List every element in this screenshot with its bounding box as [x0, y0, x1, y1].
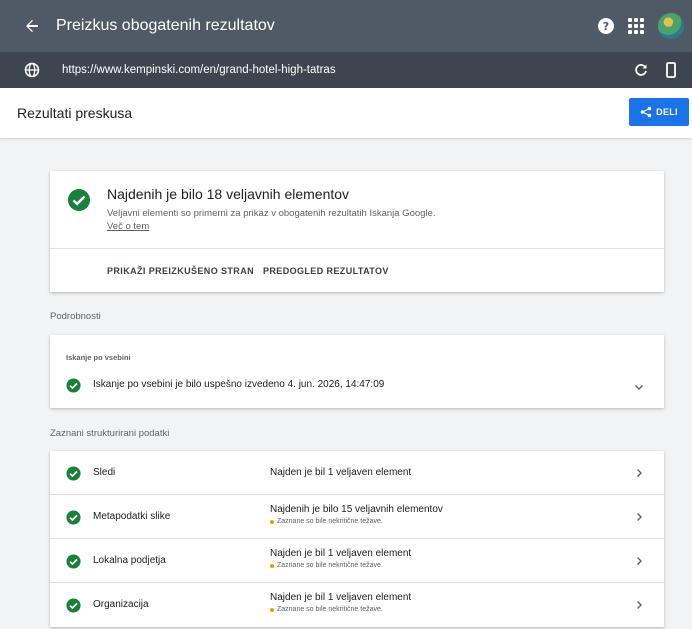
warning-dot-icon	[270, 519, 274, 524]
tested-url: https://www.kempinski.com/en/grand-hotel…	[62, 64, 336, 76]
share-label: DELI	[656, 107, 678, 117]
crawl-message: Iskanje po vsebini je bilo uspešno izved…	[93, 379, 385, 390]
list-item[interactable]: Organizacija Najden je bil 1 veljaven el…	[50, 583, 664, 627]
warning-dot-icon	[270, 607, 274, 612]
url-bar: https://www.kempinski.com/en/grand-hotel…	[0, 52, 692, 88]
item-name: Metapodatki slike	[93, 511, 171, 522]
item-status: Najden je bil 1 veljaven element	[270, 548, 412, 559]
crawl-label: Iskanje po vsebini	[66, 353, 131, 362]
item-status: Najden je bil 1 veljaven element	[270, 592, 412, 603]
back-arrow-icon[interactable]	[20, 14, 44, 38]
item-warning-text: Zaznane so bile nekritične težave.	[277, 562, 383, 569]
success-check-icon	[66, 598, 81, 613]
view-tested-page-button[interactable]: PRIKAŽI PREIZKUŠENO STRAN	[107, 266, 254, 276]
results-header: Rezultati preskusa DELI	[0, 88, 692, 138]
list-item[interactable]: Metapodatki slike Najdenih je bilo 15 ve…	[50, 495, 664, 539]
success-check-icon	[68, 189, 90, 211]
app-title: Preizkus obogatenih rezultatov	[56, 17, 275, 34]
structured-data-list: Sledi Najden je bil 1 veljaven element M…	[50, 451, 664, 627]
item-warning: Zaznane so bile nekritične težave.	[270, 606, 383, 613]
mobile-device-icon[interactable]	[666, 62, 676, 78]
page-title: Rezultati preskusa	[17, 105, 133, 121]
item-warning: Zaznane so bile nekritične težave.	[270, 518, 383, 525]
success-check-icon	[66, 466, 81, 481]
list-item[interactable]: Lokalna podjetja Najden je bil 1 veljave…	[50, 539, 664, 583]
summary-title: Najdenih je bilo 18 veljavnih elementov	[107, 186, 350, 202]
chevron-down-icon[interactable]	[633, 381, 645, 393]
chevron-right-icon[interactable]	[633, 599, 645, 611]
apps-grid-icon[interactable]	[628, 18, 644, 34]
item-name: Lokalna podjetja	[93, 555, 166, 566]
summary-card: Najdenih je bilo 18 veljavnih elementov …	[50, 171, 664, 292]
item-name: Organizacija	[93, 599, 149, 610]
item-warning-text: Zaznane so bile nekritične težave.	[277, 606, 383, 613]
item-warning: Zaznane so bile nekritične težave.	[270, 562, 383, 569]
chevron-right-icon[interactable]	[633, 511, 645, 523]
refresh-icon[interactable]	[634, 63, 648, 77]
chevron-right-icon[interactable]	[633, 555, 645, 567]
structured-data-section-label: Zaznani strukturirani podatki	[50, 428, 170, 439]
learn-more-link[interactable]: Več o tem	[107, 221, 149, 232]
chevron-right-icon[interactable]	[633, 467, 645, 479]
share-icon	[640, 106, 652, 118]
success-check-icon	[66, 378, 81, 393]
globe-icon	[24, 62, 40, 78]
warning-dot-icon	[270, 563, 274, 568]
details-section-label: Podrobnosti	[50, 311, 101, 322]
success-check-icon	[66, 510, 81, 525]
preview-results-button[interactable]: PREDOGLED REZULTATOV	[263, 266, 389, 276]
list-item[interactable]: Sledi Najden je bil 1 veljaven element	[50, 451, 664, 495]
item-warning-text: Zaznane so bile nekritične težave.	[277, 518, 383, 525]
summary-description: Veljavni elementi so primerni za prikaz …	[107, 208, 436, 219]
account-avatar[interactable]	[658, 13, 684, 39]
share-button[interactable]: DELI	[629, 98, 689, 126]
item-status: Najdenih je bilo 15 veljavnih elementov	[270, 504, 443, 515]
success-check-icon	[66, 554, 81, 569]
divider	[50, 248, 664, 249]
item-name: Sledi	[93, 467, 116, 478]
crawl-card[interactable]: Iskanje po vsebini Iskanje po vsebini je…	[50, 335, 664, 408]
item-status: Najden je bil 1 veljaven element	[270, 467, 412, 478]
help-icon[interactable]: ?	[598, 18, 614, 34]
app-bar: Preizkus obogatenih rezultatov ?	[0, 0, 692, 52]
